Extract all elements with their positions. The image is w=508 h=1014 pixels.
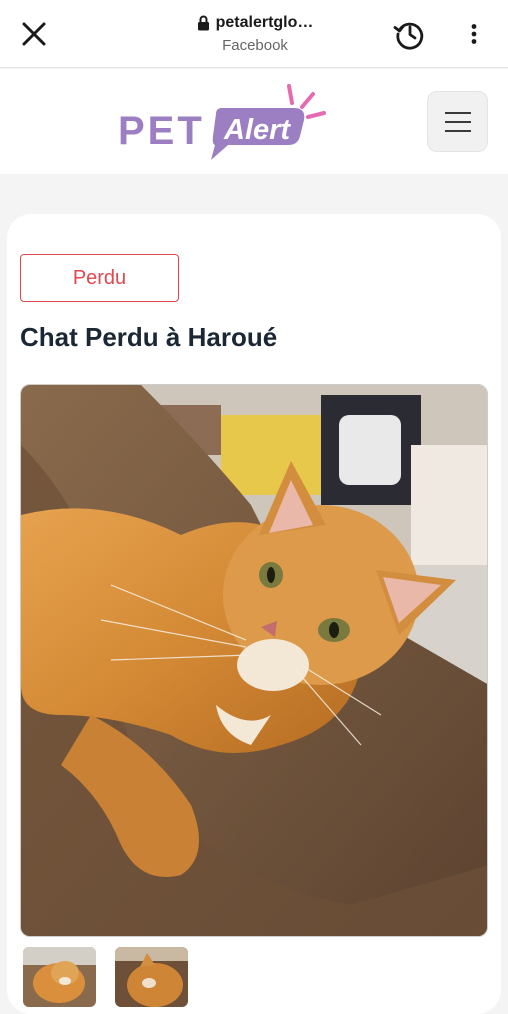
photo-thumbnail[interactable]: [115, 947, 188, 1007]
close-icon: [22, 22, 46, 46]
photo-thumbnail[interactable]: [23, 947, 96, 1007]
lock-icon: [197, 15, 209, 31]
petalert-logo[interactable]: PET Alert: [116, 81, 336, 167]
browser-toolbar: petalertglo… Facebook: [0, 0, 508, 68]
logo-pet-text: PET: [118, 109, 205, 153]
logo-alert-text: Alert: [223, 114, 291, 146]
site-name: Facebook: [222, 37, 288, 54]
hamburger-menu-button[interactable]: [427, 91, 488, 152]
listing-title: Chat Perdu à Haroué: [20, 322, 278, 352]
site-header: PET Alert: [0, 69, 508, 174]
status-button-lost[interactable]: Perdu: [20, 254, 179, 302]
url-bar[interactable]: petalertglo… Facebook: [150, 12, 360, 54]
close-button[interactable]: [18, 18, 50, 50]
menu-icon: [444, 111, 471, 132]
more-options-button[interactable]: [458, 16, 490, 52]
listing-card: Perdu Chat Perdu à Haroué: [7, 214, 501, 1014]
more-vert-icon: [471, 24, 477, 44]
main-cat-photo[interactable]: [20, 384, 488, 937]
history-icon: [393, 22, 424, 50]
url-text: petalertglo…: [215, 14, 314, 31]
history-button[interactable]: [390, 16, 430, 52]
